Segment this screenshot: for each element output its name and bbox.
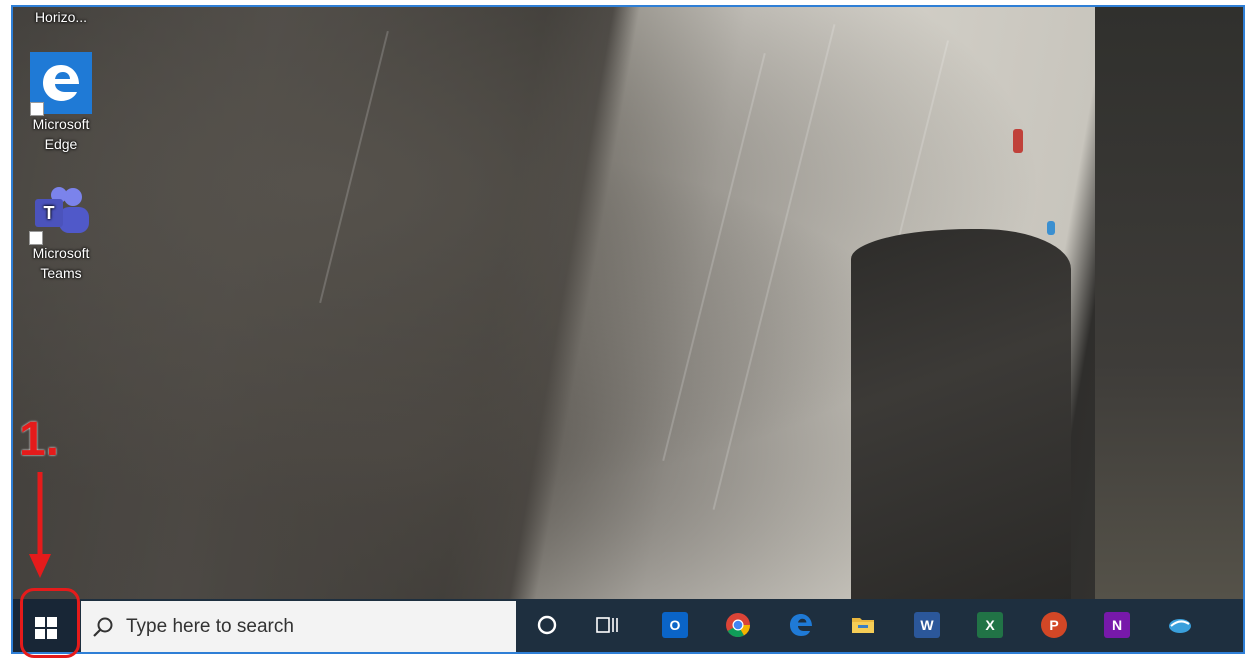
cortana-circle-icon xyxy=(537,615,557,635)
shortcut-arrow-icon xyxy=(29,231,43,245)
taskbar-app-powerpoint[interactable]: P xyxy=(1028,599,1080,652)
chrome-icon xyxy=(726,613,750,638)
onenote-icon: N xyxy=(1104,612,1130,638)
desktop-icon-label: Microsoft xyxy=(32,116,90,132)
screenshot-frame: Horizo... Microsoft Edge T Microsoft Tea… xyxy=(11,5,1245,654)
cortana-button[interactable] xyxy=(521,599,573,652)
teams-icon: T xyxy=(29,185,93,245)
folder-icon xyxy=(852,618,874,633)
search-input[interactable]: Type here to search xyxy=(81,601,516,652)
desktop-icon-edge[interactable]: Microsoft Edge xyxy=(18,52,104,154)
outlook-icon: O xyxy=(662,612,688,638)
horizon-client-icon xyxy=(1169,619,1191,633)
desktop-wallpaper xyxy=(13,7,1243,601)
search-icon xyxy=(93,617,113,637)
running-indicator xyxy=(718,653,758,654)
annotation-arrow-icon xyxy=(29,472,51,578)
shortcut-arrow-icon xyxy=(30,102,44,116)
desktop-icon-label: Horizo... xyxy=(34,9,88,25)
edge-icon xyxy=(30,52,92,116)
taskbar-app-file-explorer[interactable] xyxy=(837,599,889,654)
task-view-icon xyxy=(596,617,618,633)
running-indicator xyxy=(907,653,947,654)
powerpoint-icon: P xyxy=(1041,612,1067,638)
taskbar: Type here to search O W X P N xyxy=(13,599,1243,654)
climber-blue xyxy=(1047,221,1055,235)
desktop-icon-teams[interactable]: T Microsoft Teams xyxy=(18,185,104,283)
search-placeholder: Type here to search xyxy=(126,616,294,637)
running-indicator xyxy=(1160,653,1200,654)
desktop-icon-label: Edge xyxy=(44,136,78,152)
taskbar-app-excel[interactable]: X xyxy=(964,599,1016,652)
taskbar-app-onenote[interactable]: N xyxy=(1091,599,1143,652)
running-indicator xyxy=(843,653,883,654)
climber-red xyxy=(1013,129,1023,153)
desktop-icon-label: Microsoft xyxy=(32,245,90,261)
excel-icon: X xyxy=(977,612,1003,638)
taskbar-app-edge[interactable] xyxy=(775,599,827,652)
right-rock xyxy=(1095,7,1243,599)
desktop-icon-horizon[interactable]: Horizo... xyxy=(18,7,104,27)
dark-rock xyxy=(851,229,1071,601)
step-number-annotation: 1. xyxy=(19,413,60,466)
taskbar-app-outlook[interactable]: O xyxy=(649,599,701,652)
taskbar-app-word[interactable]: W xyxy=(901,599,953,654)
start-button-highlight xyxy=(20,588,80,658)
taskbar-app-chrome[interactable] xyxy=(712,599,764,654)
desktop-icon-label: Teams xyxy=(40,265,82,281)
word-icon: W xyxy=(914,612,940,638)
taskbar-app-horizon[interactable] xyxy=(1154,599,1206,654)
svg-text:T: T xyxy=(44,203,55,223)
task-view-button[interactable] xyxy=(581,599,633,652)
edge-icon xyxy=(790,614,812,636)
